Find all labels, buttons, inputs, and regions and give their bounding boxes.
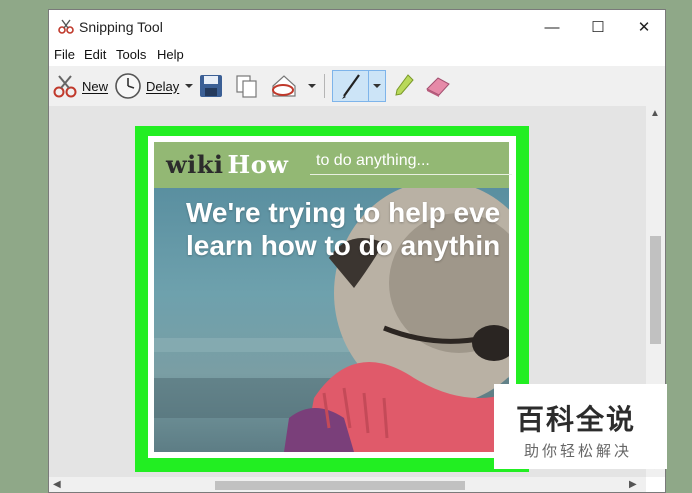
envelope-icon (272, 75, 296, 97)
title-bar[interactable]: Snipping Tool — ☐ ✕ (49, 10, 665, 44)
maximize-icon: ☐ (591, 19, 605, 36)
clock-icon (115, 73, 141, 99)
logo-wiki-text: wiki (166, 150, 224, 179)
scissors-icon (58, 19, 74, 34)
horizontal-scrollbar[interactable]: ◀ ▶ (49, 477, 646, 492)
wikihow-search: to do anything... (310, 152, 512, 175)
scroll-right-icon[interactable]: ▶ (629, 479, 637, 490)
delay-label: Delay (146, 78, 180, 94)
send-snip-button[interactable] (269, 70, 317, 102)
hero-headline: We're trying to help eve learn how to do… (186, 196, 500, 262)
close-button[interactable]: ✕ (621, 10, 665, 44)
logo-how-text: How (227, 150, 289, 179)
chevron-down-icon (308, 84, 316, 88)
minimize-icon: — (544, 18, 560, 36)
horizontal-scroll-thumb[interactable] (215, 481, 465, 490)
eraser-icon (426, 77, 450, 97)
save-icon (200, 75, 222, 97)
pen-icon-wrap[interactable] (339, 70, 363, 102)
watermark-subtitle: 助你轻松解决 (524, 442, 633, 460)
vertical-scroll-thumb[interactable] (650, 236, 661, 344)
pen-split-divider (368, 71, 369, 101)
hero-image: We're trying to help eve learn how to do… (154, 188, 509, 452)
wikihow-header: wiki How to do anything... (154, 142, 512, 188)
copy-button[interactable] (235, 70, 259, 102)
copy-icon (236, 75, 257, 98)
menu-bar: File Edit Tools Help (49, 44, 665, 66)
scroll-left-icon[interactable]: ◀ (53, 479, 61, 490)
save-button[interactable] (199, 70, 223, 102)
snip-content: wiki How to do anything... We're trying … (148, 136, 516, 458)
menu-edit[interactable]: Edit (84, 47, 106, 62)
hero-line-1: We're trying to help eve (186, 197, 501, 228)
highlighter-icon (395, 74, 414, 96)
highlighter-button[interactable] (393, 70, 415, 102)
new-label: New (82, 78, 109, 94)
pen-dropdown[interactable] (372, 70, 382, 102)
toolbar: New Delay (49, 66, 665, 107)
window-title: Snipping Tool (79, 19, 163, 35)
scroll-up-icon[interactable]: ▲ (650, 108, 660, 119)
pen-icon (342, 74, 360, 99)
watermark-title: 百科全说 (516, 403, 637, 436)
menu-file[interactable]: File (54, 47, 75, 62)
maximize-button[interactable]: ☐ (575, 10, 621, 44)
menu-tools[interactable]: Tools (116, 47, 146, 62)
delay-button[interactable]: Delay (114, 70, 195, 102)
close-icon: ✕ (637, 19, 651, 36)
wikihow-logo: wiki How (166, 150, 288, 179)
watermark: 百科全说 助你轻松解决 (494, 384, 667, 469)
eraser-button[interactable] (424, 70, 452, 102)
chevron-down-icon (185, 84, 194, 88)
chevron-down-icon (373, 84, 381, 88)
captured-snip: wiki How to do anything... We're trying … (135, 126, 529, 472)
new-button[interactable]: New (52, 70, 108, 102)
toolbar-separator (324, 74, 325, 98)
new-snip-icon (53, 75, 77, 98)
hero-line-2: learn how to do anythin (186, 230, 501, 261)
menu-help[interactable]: Help (157, 47, 184, 62)
minimize-button[interactable]: — (529, 10, 575, 44)
